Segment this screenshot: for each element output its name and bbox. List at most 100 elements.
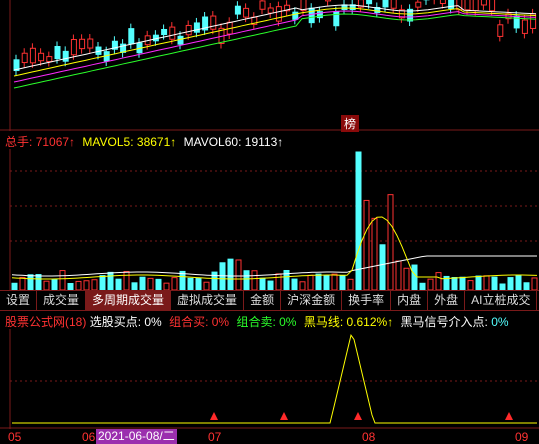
volume-bar <box>387 194 394 290</box>
volume-bar <box>171 277 178 290</box>
volume-bar <box>363 199 370 290</box>
candle-body <box>62 50 69 62</box>
volume-bar <box>531 277 538 290</box>
volume-bar <box>331 273 338 290</box>
volume-bar <box>75 280 82 290</box>
volume-bar <box>11 282 18 290</box>
tab-2[interactable]: 多周期成交量 <box>86 291 172 310</box>
volume-bar <box>259 277 266 290</box>
candle-body <box>415 1 422 8</box>
volume-bar <box>267 280 274 290</box>
tab-6[interactable]: 换手率 <box>342 291 392 310</box>
candle-body <box>234 5 241 15</box>
volume-bar <box>523 282 530 290</box>
candle-body <box>292 11 299 20</box>
buy-signal-marker <box>505 412 513 420</box>
candle-body <box>79 38 86 50</box>
volume-bar <box>299 281 306 290</box>
volume-bar <box>35 274 42 290</box>
volume-bar <box>395 260 402 290</box>
moving-average-line <box>13 13 537 89</box>
volume-bar <box>315 273 322 290</box>
volume-bar <box>275 273 282 290</box>
volume-bar <box>51 279 58 290</box>
volume-bar <box>211 271 218 290</box>
volume-chart-panel[interactable]: 总手: 71067↑ MAVOL5: 38671↑ MAVOL60: 19113… <box>0 131 539 290</box>
volume-bar <box>371 217 378 290</box>
volume-bar <box>219 262 226 290</box>
tab-4[interactable]: 金额 <box>244 291 282 310</box>
volume-bar <box>155 278 162 290</box>
candle-body <box>472 0 479 12</box>
volume-bar <box>123 270 130 290</box>
volume-bar <box>131 282 138 290</box>
buy-signal-marker <box>280 412 288 420</box>
volume-bar <box>43 280 50 290</box>
volume-bar <box>27 274 34 290</box>
volume-bar <box>419 282 426 290</box>
volume-bar <box>195 278 202 290</box>
candle-body <box>464 0 471 11</box>
candle-body <box>521 19 528 34</box>
volume-bar <box>187 277 194 290</box>
volume-bar <box>467 280 474 290</box>
tab-8[interactable]: 外盘 <box>428 291 466 310</box>
x-axis-label: 07 <box>208 430 222 444</box>
candle-body <box>308 7 315 24</box>
volume-bar <box>347 278 354 290</box>
candle-body <box>497 24 504 37</box>
candle-body <box>185 24 192 36</box>
candle-body <box>480 0 487 6</box>
signal-line-chart <box>0 329 539 429</box>
tab-9[interactable]: AI立桩成交 <box>465 291 538 310</box>
candle-body <box>325 0 332 2</box>
tab-5[interactable]: 沪深金额 <box>281 291 343 310</box>
tab-3[interactable]: 虚拟成交量 <box>171 291 245 310</box>
volume-bar <box>339 274 346 290</box>
volume-bar <box>99 275 106 290</box>
candle-body <box>38 52 45 62</box>
candle-body <box>210 15 217 30</box>
tab-7[interactable]: 内盘 <box>391 291 429 310</box>
volume-bar <box>427 278 434 290</box>
candle-body <box>54 46 61 60</box>
candlestick-chart <box>0 0 539 131</box>
volume-bar <box>115 278 122 290</box>
candle-body <box>341 4 348 11</box>
cursor-date-box: 2021-06-08/二 <box>96 429 177 444</box>
indicator-tab-bar: 设置 成交量 多周期成交量 虚拟成交量 金额 沪深金额 换手率 内盘 外盘 AI立桩成交 <box>0 290 539 311</box>
tab-0[interactable]: 设置 <box>0 291 38 310</box>
candle-body <box>169 26 176 40</box>
candle-body <box>70 39 77 56</box>
signal-chart-panel[interactable]: 股票公式网(18) 选股买点: 0% 组合买: 0% 组合卖: 0% 黑马线: … <box>0 311 539 429</box>
volume-bar <box>491 276 498 290</box>
price-chart-panel[interactable]: 榜 <box>0 0 539 132</box>
volume-bar <box>83 280 90 290</box>
x-axis-label: 08 <box>362 430 376 444</box>
candle-body <box>46 56 53 63</box>
candle-body <box>439 0 446 5</box>
volume-bar <box>91 279 98 290</box>
volume-bar <box>459 276 466 290</box>
volume-bar <box>515 274 522 290</box>
volume-bar <box>403 267 410 290</box>
candle-body <box>448 0 455 9</box>
volume-bar <box>203 281 210 290</box>
candle-body <box>193 22 200 33</box>
candle-body <box>161 28 168 36</box>
tab-1[interactable]: 成交量 <box>37 291 87 310</box>
candle-body <box>259 0 266 10</box>
volume-bars-chart <box>9 149 539 290</box>
buy-signal-marker <box>354 412 362 420</box>
volume-bar <box>251 270 258 290</box>
volume-bar <box>475 275 482 290</box>
candle-body <box>87 38 94 49</box>
volume-bar <box>291 278 298 290</box>
candle-body <box>128 28 135 45</box>
volume-bar <box>451 277 458 290</box>
volume-bar <box>163 282 170 290</box>
chart-badge[interactable]: 榜 <box>341 115 360 132</box>
volume-bar <box>59 270 66 290</box>
volume-bar <box>243 270 250 290</box>
volume-bar <box>139 276 146 290</box>
